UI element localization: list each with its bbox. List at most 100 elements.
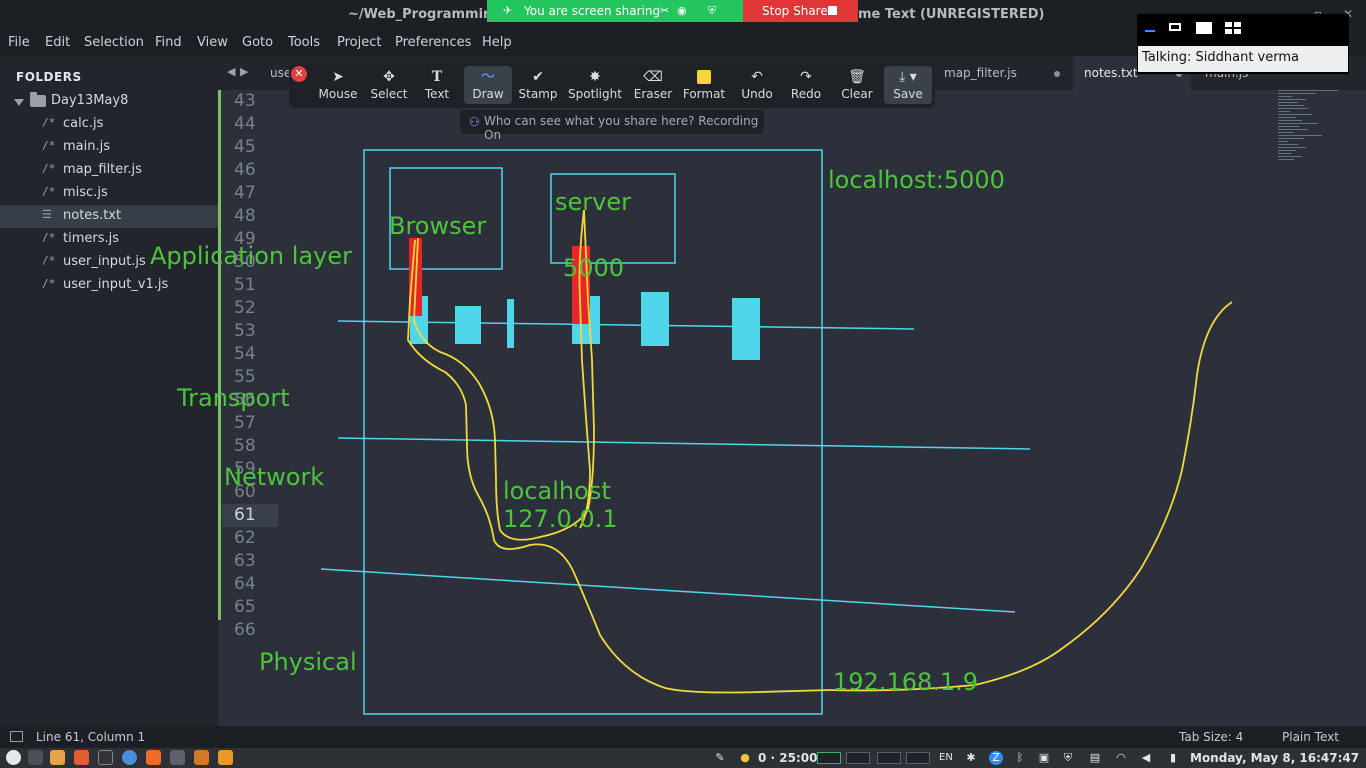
menu-project[interactable]: Project	[337, 35, 381, 50]
minimize-panel-icon[interactable]	[1145, 30, 1155, 32]
tab-map-filter[interactable]: map_filter.js	[930, 56, 1070, 90]
sidebar-file-misc[interactable]: /* misc.js	[0, 182, 218, 205]
taskbar: ✎ ● 0 · 25:00 EN ✱ Z ᛒ ▣ ⛨ ▤ ◠ ◀ ▮ Monda…	[0, 748, 1366, 768]
pomodoro-icon[interactable]: ●	[738, 751, 752, 765]
tool-spotlight[interactable]: ✸ Spotlight	[565, 66, 625, 104]
workspace-4[interactable]	[906, 752, 930, 764]
fullscreen-view-icon[interactable]	[1196, 22, 1212, 34]
sidebar-file-user-input-v1[interactable]: /* user_input_v1.js	[0, 274, 218, 297]
menu-selection[interactable]: Selection	[84, 35, 144, 50]
modified-lines-marker	[218, 90, 221, 620]
sidebar-file-main[interactable]: /* main.js	[0, 136, 218, 159]
tool-draw[interactable]: 〜 Draw	[464, 66, 512, 104]
brave-icon[interactable]	[146, 750, 161, 765]
tool-select[interactable]: ✥ Select	[366, 66, 412, 104]
js-file-icon: /*	[42, 185, 56, 198]
label-localhost: localhost	[503, 477, 611, 505]
chrome-icon[interactable]	[122, 750, 137, 765]
js-file-icon: /*	[42, 162, 56, 175]
menu-preferences[interactable]: Preferences	[395, 35, 471, 50]
line-number: 43	[234, 91, 256, 111]
calculator-icon[interactable]	[170, 750, 185, 765]
annotation-toolbar: ✕ ➤ Mouse ✥ Select T Text 〜 Draw ✔ Stamp…	[289, 62, 935, 108]
file-label: calc.js	[63, 116, 104, 131]
folder-day13may8[interactable]: Day13May8	[0, 91, 218, 113]
line-number: 46	[234, 160, 256, 180]
label-transport: Transport	[177, 384, 290, 412]
tool-redo[interactable]: ↷ Redo	[783, 66, 829, 104]
sidebar-file-calc[interactable]: /* calc.js	[0, 113, 218, 136]
clipboard-icon[interactable]: ▣	[1037, 751, 1051, 765]
tool-stamp[interactable]: ✔ Stamp	[515, 66, 561, 104]
screen-sharing-status: You are screen sharing	[524, 4, 661, 18]
tab-size[interactable]: Tab Size: 4	[1179, 730, 1243, 744]
menu-edit[interactable]: Edit	[45, 35, 70, 50]
editor-area[interactable]	[218, 90, 1366, 726]
tool-format[interactable]: Format	[681, 66, 727, 104]
sidebar-file-map-filter[interactable]: /* map_filter.js	[0, 159, 218, 182]
file-label: main.js	[63, 139, 110, 154]
start-menu-icon[interactable]	[6, 750, 21, 765]
folders-title: FOLDERS	[16, 70, 82, 84]
js-file-icon: /*	[42, 277, 56, 290]
menu-file[interactable]: File	[8, 35, 30, 50]
update-icon[interactable]: ▤	[1088, 751, 1102, 765]
stop-share-button[interactable]: Stop Share	[743, 0, 858, 22]
tool-label: Select	[370, 87, 408, 101]
security-icon[interactable]: ⛨	[1061, 751, 1075, 765]
file-label: notes.txt	[63, 208, 122, 223]
workspace-1[interactable]	[817, 752, 841, 764]
files-icon[interactable]	[50, 750, 65, 765]
volume-icon[interactable]: ◀	[1139, 751, 1153, 765]
pomodoro-timer[interactable]: 0 · 25:00	[758, 751, 817, 765]
firefox-icon[interactable]	[74, 750, 89, 765]
tab-close-icon[interactable]	[1054, 71, 1060, 77]
label-loopback-ip: 127.0.0.1	[503, 505, 618, 533]
network-share-icon[interactable]: ✱	[964, 751, 978, 765]
keyboard-layout[interactable]: EN	[939, 752, 953, 763]
battery-icon[interactable]: ▮	[1166, 751, 1180, 765]
menu-goto[interactable]: Goto	[242, 35, 273, 50]
bluetooth-icon[interactable]: ᛒ	[1013, 751, 1027, 765]
notes-icon[interactable]: ✎	[713, 751, 727, 765]
gallery-view-icon[interactable]	[1225, 22, 1241, 34]
panel-toggle-icon[interactable]	[10, 731, 23, 742]
label-localhost-port: localhost:5000	[828, 166, 1005, 194]
tool-label: Undo	[741, 87, 773, 101]
line-number: 48	[234, 206, 256, 226]
tool-clear[interactable]: 🗑 Clear	[834, 66, 880, 104]
terminal-icon[interactable]	[98, 750, 113, 765]
menu-find[interactable]: Find	[155, 35, 182, 50]
menu-help[interactable]: Help	[482, 35, 512, 50]
js-file-icon: /*	[42, 254, 56, 267]
tool-mouse[interactable]: ➤ Mouse	[315, 66, 361, 104]
tool-label: Text	[424, 87, 450, 101]
tool-undo[interactable]: ↶ Undo	[734, 66, 780, 104]
app-icon[interactable]	[194, 750, 209, 765]
workspace-3[interactable]	[877, 752, 901, 764]
clock[interactable]: Monday, May 8, 16:47:47	[1190, 751, 1359, 765]
tool-save[interactable]: ⤓ ▾ Save	[884, 66, 932, 104]
workspace-2[interactable]	[846, 752, 870, 764]
speaker-view-icon[interactable]	[1169, 23, 1181, 31]
menu-view[interactable]: View	[197, 35, 228, 50]
syntax-mode[interactable]: Plain Text	[1282, 730, 1339, 744]
recording-tip[interactable]: ⚇ Who can see what you share here? Recor…	[460, 110, 764, 142]
wifi-icon[interactable]: ◠	[1114, 751, 1128, 765]
chevron-down-icon[interactable]	[14, 99, 24, 106]
sidebar-file-notes[interactable]: ☰ notes.txt	[0, 205, 218, 228]
move-icon: ✥	[383, 69, 395, 85]
record-icon[interactable]: ◉	[677, 4, 687, 17]
zoom-icon[interactable]: Z	[989, 751, 1003, 765]
tab-prev-icon[interactable]: ◀	[227, 65, 235, 78]
menu-tools[interactable]: Tools	[288, 35, 320, 50]
tab-next-icon[interactable]: ▶	[240, 65, 248, 78]
minimap[interactable]	[1278, 90, 1338, 174]
js-file-icon: /*	[42, 116, 56, 129]
sublime-text-icon[interactable]	[218, 750, 233, 765]
tool-eraser[interactable]: ⌫ Eraser	[629, 66, 677, 104]
tool-text[interactable]: T Text	[416, 66, 458, 104]
mute-icon[interactable]: ✂	[660, 4, 669, 17]
close-annotation-icon[interactable]: ✕	[291, 66, 307, 82]
show-desktop-icon[interactable]	[28, 750, 43, 765]
